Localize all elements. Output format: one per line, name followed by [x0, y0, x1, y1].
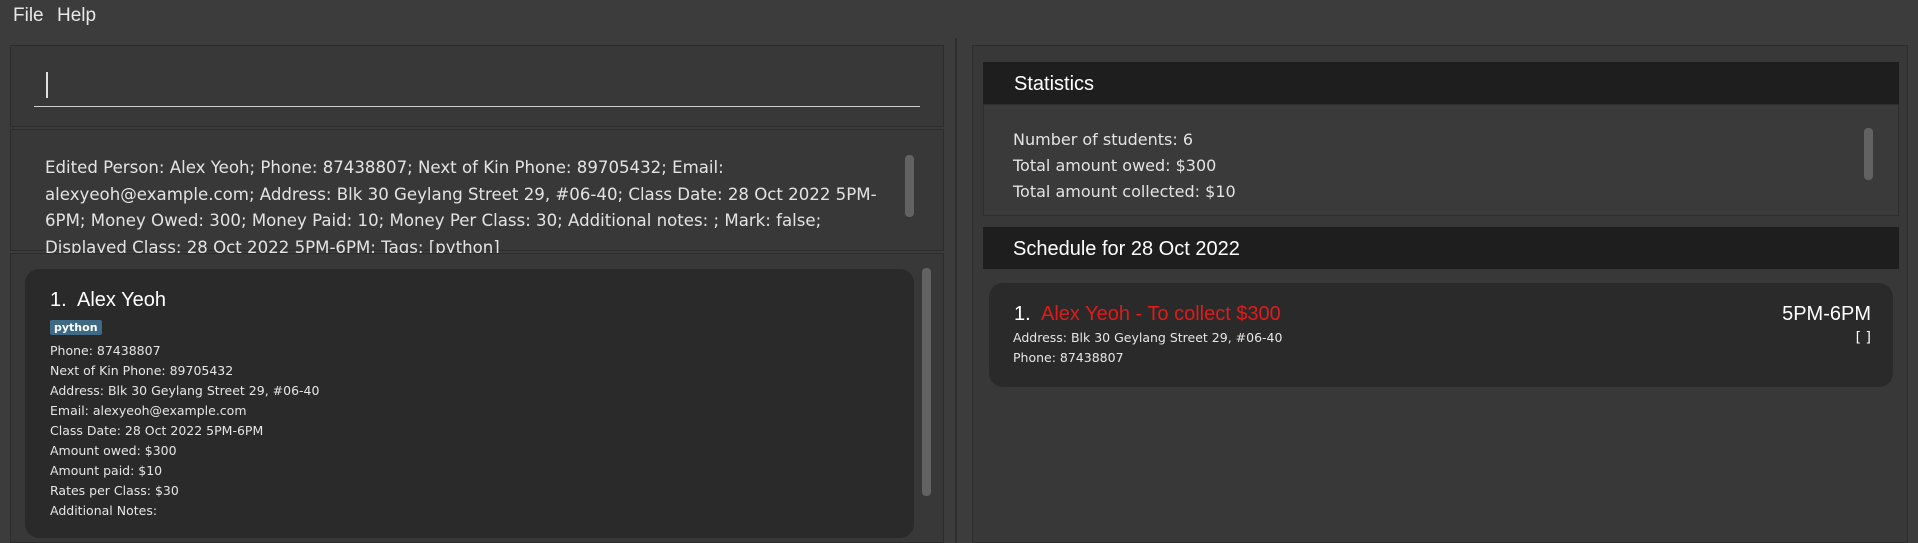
- person-list-scrollbar[interactable]: [922, 268, 931, 496]
- person-amount-paid: Amount paid: $10: [50, 463, 163, 478]
- person-card[interactable]: 1. Alex Yeoh python Phone: 87438807 Next…: [25, 269, 914, 538]
- menu-file[interactable]: File: [13, 5, 44, 27]
- person-address: Address: Blk 30 Geylang Street 29, #06-4…: [50, 383, 320, 398]
- statistics-title: Statistics: [1014, 73, 1095, 95]
- person-amount-owed: Amount owed: $300: [50, 443, 177, 458]
- person-email: Email: alexyeoh@example.com: [50, 403, 247, 418]
- schedule-entry-checkbox[interactable]: [ ]: [1856, 330, 1871, 346]
- person-name: Alex Yeoh: [77, 289, 166, 311]
- schedule-entry-card[interactable]: 1. Alex Yeoh - To collect $300 5PM-6PM […: [989, 283, 1893, 387]
- statistics-header: [983, 62, 1899, 104]
- schedule-entry-index: 1.: [1014, 303, 1031, 325]
- statistics-body: Number of students: 6 Total amount owed:…: [983, 104, 1899, 216]
- text-caret: [46, 72, 48, 98]
- person-notes: Additional Notes:: [50, 503, 158, 518]
- schedule-entry-name: Alex Yeoh - To collect $300: [1041, 303, 1281, 325]
- person-tag: python: [50, 320, 102, 335]
- schedule-entry-time: 5PM-6PM: [1782, 303, 1871, 325]
- result-display-text: Edited Person: Alex Yeoh; Phone: 8743880…: [45, 158, 877, 257]
- result-scrollbar[interactable]: [905, 155, 914, 217]
- stat-total-owed: Total amount owed: $300: [1013, 156, 1217, 175]
- statistics-scrollbar[interactable]: [1864, 128, 1873, 180]
- stat-total-collected: Total amount collected: $10: [1013, 182, 1236, 201]
- schedule-title: Schedule for 28 Oct 2022: [1013, 238, 1240, 260]
- split-divider[interactable]: [955, 38, 957, 543]
- person-phone: Phone: 87438807: [50, 343, 161, 358]
- person-index: 1.: [50, 289, 67, 311]
- person-rates: Rates per Class: $30: [50, 483, 179, 498]
- command-input[interactable]: [34, 64, 920, 107]
- menu-bar: File Help: [0, 0, 1918, 32]
- menu-help[interactable]: Help: [57, 5, 96, 27]
- schedule-entry-address: Address: Blk 30 Geylang Street 29, #06-4…: [1013, 330, 1283, 345]
- person-nok-phone: Next of Kin Phone: 89705432: [50, 363, 234, 378]
- person-class-date: Class Date: 28 Oct 2022 5PM-6PM: [50, 423, 264, 438]
- stat-num-students: Number of students: 6: [1013, 130, 1194, 149]
- schedule-entry-phone: Phone: 87438807: [1013, 350, 1124, 365]
